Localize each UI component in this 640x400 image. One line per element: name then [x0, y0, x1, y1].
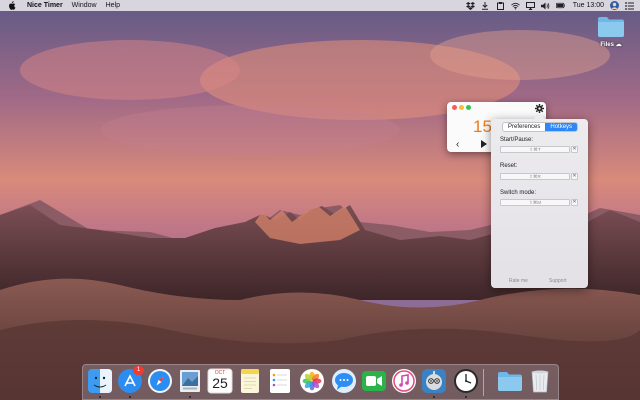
- downloads-folder-icon[interactable]: [497, 368, 523, 394]
- gear-icon[interactable]: [535, 104, 544, 113]
- dock: 1 OCT 25: [82, 364, 559, 400]
- apple-menu-icon[interactable]: [8, 1, 17, 10]
- zoom-button[interactable]: [466, 105, 471, 110]
- battery-icon[interactable]: [555, 1, 565, 10]
- menu-clock[interactable]: Tue 13:00: [573, 2, 604, 9]
- minimize-button[interactable]: [459, 105, 464, 110]
- running-indicator: [465, 396, 467, 398]
- preferences-popover: Preferences Hotkeys Start/Pause: ⇧⌘T ✕ R…: [491, 119, 588, 288]
- reset-label: Reset:: [500, 163, 518, 169]
- tab-preferences[interactable]: Preferences: [503, 123, 545, 131]
- app-store-badge: 1: [133, 366, 144, 375]
- timer-display: 15: [473, 117, 492, 136]
- tweetbot-icon[interactable]: [421, 368, 447, 394]
- cloud-icon: ☁: [615, 42, 622, 48]
- dock-separator: [483, 369, 484, 396]
- switch-mode-label: Switch mode:: [500, 190, 537, 196]
- reset-hotkey-field[interactable]: ⇧⌘R: [500, 173, 570, 180]
- menu-help[interactable]: Help: [106, 2, 120, 9]
- clipboard-icon[interactable]: [496, 1, 505, 10]
- folder-icon: [598, 17, 624, 37]
- dropbox-icon[interactable]: [465, 1, 475, 10]
- calendar-icon[interactable]: OCT 25: [207, 368, 233, 394]
- running-indicator: [189, 396, 191, 398]
- avatar[interactable]: [610, 1, 619, 10]
- notes-icon[interactable]: [237, 368, 263, 394]
- switch-mode-hotkey-field[interactable]: ⇧⌘M: [500, 199, 570, 206]
- itunes-icon[interactable]: [391, 368, 417, 394]
- clock-icon[interactable]: [453, 368, 479, 394]
- trash-icon[interactable]: [527, 368, 553, 394]
- tab-hotkeys[interactable]: Hotkeys: [545, 123, 578, 131]
- play-button[interactable]: [481, 140, 487, 148]
- safari-icon[interactable]: [147, 368, 173, 394]
- messages-icon[interactable]: [331, 368, 357, 394]
- menu-bar: Nice Timer Window Help Tue 13:00: [0, 0, 640, 11]
- finder-icon[interactable]: [87, 368, 113, 394]
- desktop-folder-label: Files: [600, 42, 614, 48]
- list-icon[interactable]: [625, 1, 634, 10]
- switch-mode-clear-button[interactable]: ✕: [571, 199, 578, 206]
- calendar-day: 25: [212, 375, 228, 391]
- mail-icon[interactable]: [177, 368, 203, 394]
- menu-app-name[interactable]: Nice Timer: [27, 2, 63, 9]
- preferences-tab-bar: Preferences Hotkeys: [502, 122, 579, 132]
- desktop-folder[interactable]: Files ☁: [594, 16, 628, 48]
- photos-icon[interactable]: [299, 368, 325, 394]
- app-store-icon[interactable]: 1: [117, 366, 144, 394]
- support-link[interactable]: Support: [549, 278, 567, 284]
- close-button[interactable]: [452, 105, 457, 110]
- running-indicator: [129, 396, 131, 398]
- airplay-icon[interactable]: [525, 1, 535, 10]
- facetime-icon[interactable]: [361, 368, 387, 394]
- start-pause-clear-button[interactable]: ✕: [571, 146, 578, 153]
- wifi-icon[interactable]: [510, 1, 520, 10]
- running-indicator: [433, 396, 435, 398]
- previous-mode-button[interactable]: ‹: [456, 139, 459, 150]
- menu-window[interactable]: Window: [72, 2, 97, 9]
- volume-icon[interactable]: [540, 1, 550, 10]
- download-icon[interactable]: [481, 1, 490, 10]
- reset-clear-button[interactable]: ✕: [571, 173, 578, 180]
- start-pause-hotkey-field[interactable]: ⇧⌘T: [500, 146, 570, 153]
- running-indicator: [99, 396, 101, 398]
- reminders-icon[interactable]: [267, 368, 293, 394]
- start-pause-label: Start/Pause:: [500, 137, 534, 143]
- rate-me-link[interactable]: Rate me: [509, 278, 528, 284]
